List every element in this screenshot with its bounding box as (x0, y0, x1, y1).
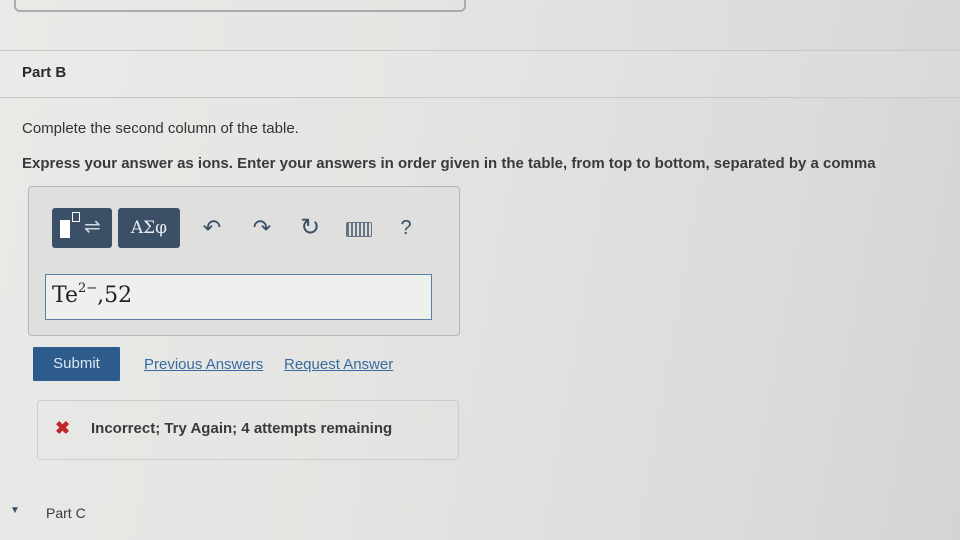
template-superscript-icon (72, 212, 80, 222)
part-b-header[interactable] (0, 50, 960, 98)
previous-answers-link[interactable]: Previous Answers (144, 356, 263, 373)
template-box-icon (60, 220, 70, 238)
answer-input[interactable]: Te2−,52 (45, 274, 432, 320)
request-answer-link[interactable]: Request Answer (284, 356, 393, 373)
part-b-title: Part B (22, 64, 67, 81)
undo-icon[interactable]: ↶ (198, 214, 226, 242)
redo-icon[interactable]: ↷ (248, 214, 276, 242)
template-equals-icon: ⇌ (84, 216, 101, 238)
page: Part B Complete the second column of the… (0, 0, 960, 540)
previous-answer-box (14, 0, 466, 12)
feedback-text: Incorrect; Try Again; 4 attempts remaini… (91, 420, 393, 437)
answer-charge: 2− (78, 281, 98, 296)
reset-icon[interactable]: ↻ (296, 214, 324, 242)
keyboard-icon[interactable] (344, 214, 372, 242)
part-c-title[interactable]: Part C (46, 505, 86, 521)
incorrect-x-icon: ✖ (55, 418, 71, 438)
help-button[interactable]: ? (392, 214, 420, 242)
symbols-button[interactable]: ΑΣφ (118, 208, 180, 248)
instruction-text: Complete the second column of the table. (22, 120, 299, 137)
submit-button[interactable]: Submit (33, 347, 120, 381)
templates-button[interactable]: ⇌ (52, 208, 112, 248)
caret-down-icon[interactable]: ▼ (10, 505, 20, 516)
answer-rest: ,52 (97, 283, 133, 308)
answer-format-instruction: Express your answer as ions. Enter your … (22, 155, 876, 172)
answer-species: Te (52, 283, 78, 308)
